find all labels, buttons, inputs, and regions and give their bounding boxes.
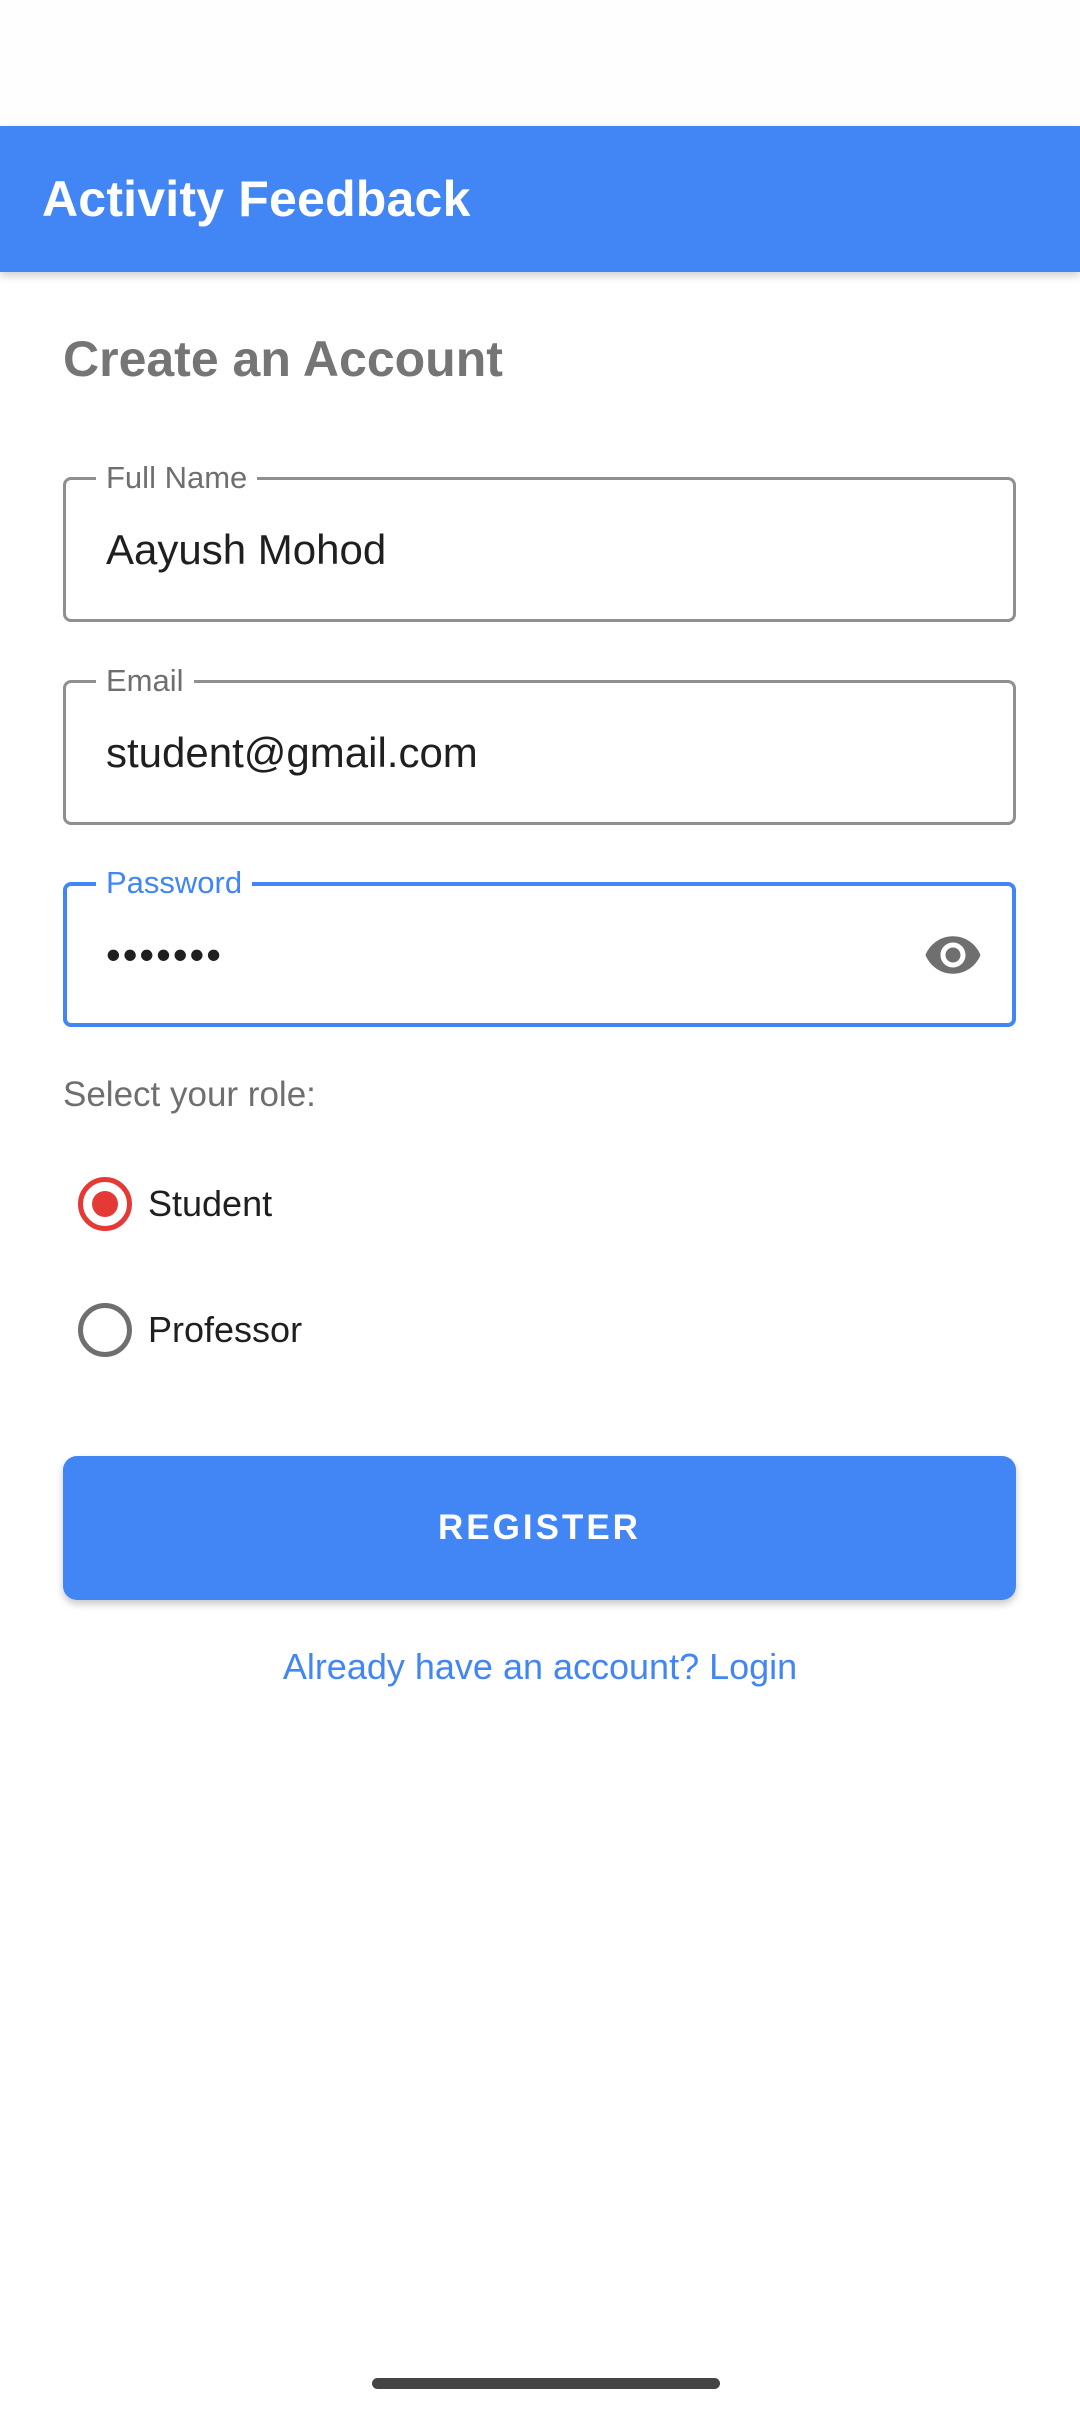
gesture-nav-handle[interactable]	[372, 2378, 720, 2389]
radio-unselected-icon[interactable]	[78, 1303, 132, 1357]
eye-icon[interactable]	[922, 924, 984, 986]
email-value[interactable]: student@gmail.com	[106, 683, 478, 822]
role-label: Select your role:	[63, 1075, 316, 1114]
full-name-field[interactable]: Full Name Aayush Mohod	[63, 460, 1016, 622]
login-link[interactable]: Already have an account? Login	[0, 1646, 1080, 1688]
register-button[interactable]: REGISTER	[63, 1456, 1016, 1600]
radio-professor-label[interactable]: Professor	[148, 1309, 302, 1351]
radio-student[interactable]: Student	[78, 1174, 272, 1234]
page-title: Create an Account	[63, 331, 503, 387]
password-value[interactable]: •••••••	[106, 886, 223, 1023]
password-field[interactable]: Password •••••••	[63, 865, 1016, 1027]
radio-professor[interactable]: Professor	[78, 1300, 302, 1360]
radio-student-label[interactable]: Student	[148, 1183, 272, 1225]
email-field[interactable]: Email student@gmail.com	[63, 663, 1016, 825]
app-title: Activity Feedback	[42, 171, 471, 227]
full-name-value[interactable]: Aayush Mohod	[106, 480, 386, 619]
app-bar: Activity Feedback	[0, 126, 1080, 272]
status-bar	[0, 0, 1080, 126]
radio-selected-icon[interactable]	[78, 1177, 132, 1231]
